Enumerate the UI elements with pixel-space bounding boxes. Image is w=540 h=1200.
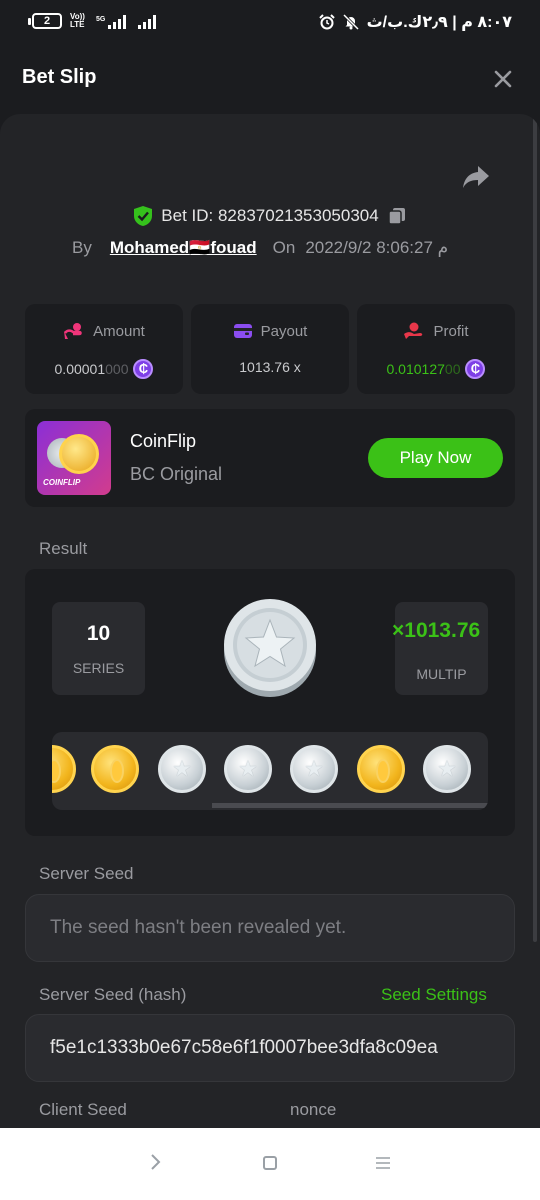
multiplier-box: ×1013.76 MULTIP bbox=[392, 602, 488, 695]
bet-id: Bet ID: 82837021353050304 bbox=[161, 206, 379, 225]
shield-check-icon bbox=[134, 206, 153, 226]
on-label: On bbox=[272, 238, 296, 257]
amount-value-dim: 000 bbox=[105, 361, 129, 377]
profit-icon bbox=[404, 322, 423, 339]
client-seed-label: Client Seed bbox=[39, 1100, 127, 1119]
server-seed-hash-field[interactable]: f5e1c1333b0e67c58e6f1f0007bee3dfa8c09ea bbox=[25, 1014, 515, 1082]
page-title: Bet Slip bbox=[22, 66, 97, 88]
profit-label-row: Profit bbox=[357, 322, 515, 340]
payout-value-row: 1013.76 x bbox=[191, 359, 349, 375]
game-name[interactable]: CoinFlip bbox=[130, 431, 196, 452]
status-bar: 2 Vo)) LTE 5G ٨:٠٧ م | ٢٫٩ك.ب/ث bbox=[0, 0, 540, 44]
silver-coin-icon bbox=[423, 745, 471, 793]
battery-icon: 2 bbox=[28, 13, 62, 29]
profit-value: 0.010127 bbox=[386, 361, 445, 377]
nav-menu-icon[interactable] bbox=[375, 1157, 391, 1169]
series-label: SERIES bbox=[72, 660, 125, 676]
silver-coin-icon bbox=[158, 745, 206, 793]
close-icon[interactable] bbox=[490, 66, 516, 92]
strip-scrollbar[interactable] bbox=[212, 803, 488, 808]
payout-card: Payout 1013.76 x bbox=[191, 304, 349, 394]
amount-icon bbox=[64, 323, 82, 339]
result-card: 10 SERIES ×1013.76 MULTIP bbox=[25, 569, 515, 836]
system-nav-bar bbox=[0, 1128, 540, 1200]
silver-coin-icon bbox=[224, 745, 272, 793]
amount-card: Amount 0.00001000 ₵ bbox=[25, 304, 183, 394]
server-seed-field: The seed hasn't been revealed yet. bbox=[25, 894, 515, 962]
bet-slip-panel: Bet ID: 82837021353050304 By Mohamed🇪🇬fo… bbox=[0, 114, 540, 1128]
play-now-button[interactable]: Play Now bbox=[368, 438, 503, 478]
profit-value-dim: 00 bbox=[444, 361, 461, 377]
multiplier-value: ×1013.76 bbox=[392, 619, 481, 642]
bcd-coin-icon: ₵ bbox=[133, 359, 154, 379]
bet-id-row: Bet ID: 82837021353050304 bbox=[0, 204, 540, 228]
share-icon[interactable] bbox=[462, 164, 490, 190]
status-right: ٨:٠٧ م | ٢٫٩ك.ب/ث bbox=[318, 12, 512, 32]
amount-label: Amount bbox=[93, 322, 145, 340]
network-type: 5G bbox=[96, 15, 106, 23]
server-seed-hash-label: Server Seed (hash) bbox=[39, 985, 187, 1004]
copy-icon[interactable] bbox=[387, 206, 407, 226]
signal-icon-2 bbox=[138, 14, 157, 29]
alarm-icon bbox=[318, 14, 335, 30]
payout-value: 1013.76 x bbox=[239, 359, 301, 375]
scrollbar[interactable] bbox=[533, 114, 537, 942]
silver-coin-icon bbox=[290, 745, 338, 793]
amount-value-row: 0.00001000 ₵ bbox=[25, 359, 183, 379]
status-time: ٨:٠٧ م | ٢٫٩ك.ب/ث bbox=[366, 14, 512, 31]
nav-home-icon[interactable] bbox=[263, 1156, 277, 1170]
coinflip-thumbnail[interactable]: COINFLIP bbox=[37, 421, 111, 495]
header: Bet Slip bbox=[0, 44, 540, 114]
profit-label: Profit bbox=[433, 322, 469, 340]
result-label: Result bbox=[39, 539, 88, 558]
amount-label-row: Amount bbox=[25, 322, 183, 340]
gold-coin-icon bbox=[357, 745, 405, 793]
nav-back-icon[interactable] bbox=[148, 1153, 162, 1171]
status-left: 2 Vo)) LTE 5G bbox=[28, 12, 157, 29]
mute-bell-icon bbox=[342, 14, 359, 30]
user-link[interactable]: Mohamed🇪🇬fouad bbox=[110, 238, 257, 258]
bet-owner-row: By Mohamed🇪🇬fouad On 2022/9/2 م 8:06:27 bbox=[72, 236, 448, 260]
game-card: COINFLIP CoinFlip BC Original Play Now bbox=[25, 409, 515, 507]
gold-coin-icon bbox=[52, 745, 76, 793]
signal-icon: 5G bbox=[96, 14, 127, 29]
payout-label-row: Payout bbox=[191, 322, 349, 340]
gold-coin-icon bbox=[91, 745, 139, 793]
payout-label: Payout bbox=[260, 322, 308, 340]
silver-star-coin-icon bbox=[224, 599, 316, 697]
profit-value-row: 0.01012700 ₵ bbox=[357, 359, 515, 379]
bet-datetime: 2022/9/2 م 8:06:27 bbox=[305, 238, 449, 257]
game-subtitle: BC Original bbox=[130, 464, 223, 484]
amount-value: 0.00001 bbox=[54, 361, 106, 377]
series-value: 10 bbox=[86, 622, 111, 645]
nonce-label: nonce bbox=[290, 1100, 337, 1119]
profit-card: Profit 0.01012700 ₵ bbox=[357, 304, 515, 394]
wallet-icon bbox=[233, 324, 252, 338]
seed-settings-link[interactable]: Seed Settings bbox=[381, 985, 487, 1005]
volte-indicator: Vo)) LTE bbox=[70, 12, 85, 29]
series-box: 10 SERIES bbox=[52, 602, 145, 695]
coin-history-strip[interactable] bbox=[52, 732, 488, 810]
server-seed-label: Server Seed bbox=[39, 864, 134, 883]
bcd-coin-icon: ₵ bbox=[465, 359, 486, 379]
battery-level: 2 bbox=[32, 13, 62, 29]
multiplier-label: MULTIP bbox=[416, 666, 467, 682]
thumbnail-label: COINFLIP bbox=[43, 478, 81, 487]
by-label: By bbox=[72, 238, 92, 257]
